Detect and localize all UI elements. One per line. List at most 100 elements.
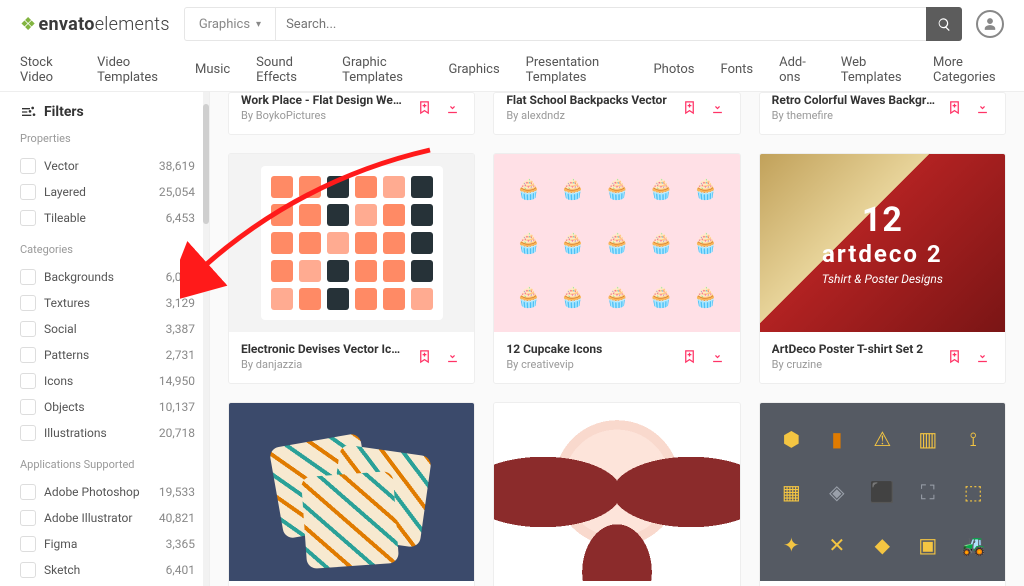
bookmark-button[interactable]: [680, 347, 700, 367]
card-author: By alexdndz: [506, 109, 671, 122]
card-author: By BoykoPictures: [241, 109, 406, 122]
nav-presentation-templates[interactable]: Presentation Templates: [526, 55, 628, 85]
card[interactable]: Beautiful Girl Looking at YouBy ddraw: [493, 402, 740, 586]
card-thumbnail: 🧁🧁🧁🧁🧁🧁🧁🧁🧁🧁🧁🧁🧁🧁🧁: [494, 154, 739, 332]
card-author: By danjazzia: [241, 358, 406, 371]
card-author: By creativevip: [506, 358, 671, 371]
group-categories: Categories: [20, 243, 195, 256]
filter-backgrounds[interactable]: Backgrounds6,092: [20, 264, 195, 290]
search-button[interactable]: [926, 7, 962, 41]
card-title: Flat School Backpacks Vector: [506, 93, 671, 107]
filter-objects[interactable]: Objects10,137: [20, 394, 195, 420]
filters-title: Filters: [44, 104, 84, 120]
nav-more-categories[interactable]: More Categories: [933, 55, 1004, 85]
checkbox-icon: [20, 269, 36, 285]
nav-graphics[interactable]: Graphics: [448, 62, 499, 77]
download-button[interactable]: [708, 98, 728, 118]
download-button[interactable]: [973, 347, 993, 367]
card[interactable]: Bright Boho PatternsBy barsrsind: [228, 402, 475, 586]
bookmark-icon: [682, 100, 697, 115]
checkbox-icon: [20, 399, 36, 415]
bookmark-button[interactable]: [945, 98, 965, 118]
bookmark-button[interactable]: [414, 347, 434, 367]
filter-photoshop[interactable]: Adobe Photoshop19,533: [20, 479, 195, 505]
nav-music[interactable]: Music: [195, 62, 230, 77]
filter-sketch[interactable]: Sketch6,401: [20, 557, 195, 583]
card[interactable]: ⬢▮⚠▥⟟▦◈⬛⛶⬚✦✕◆▣🚜 Construction IconsBy Jum…: [759, 402, 1006, 586]
card[interactable]: 🧁🧁🧁🧁🧁🧁🧁🧁🧁🧁🧁🧁🧁🧁🧁 12 Cupcake Icons By creat…: [493, 153, 740, 384]
group-properties: Properties: [20, 132, 195, 145]
bookmark-button[interactable]: [680, 98, 700, 118]
download-icon: [445, 349, 460, 364]
filter-figma[interactable]: Figma3,365: [20, 531, 195, 557]
card[interactable]: Retro Colorful Waves BackgroundsBy theme…: [759, 92, 1006, 135]
card-thumbnail: [494, 403, 739, 581]
nav-photos[interactable]: Photos: [653, 62, 694, 77]
filter-icons[interactable]: Icons14,950: [20, 368, 195, 394]
main-nav: Stock Video Video Templates Music Sound …: [0, 48, 1024, 92]
card[interactable]: 12artdeco 2Tshirt & Poster Designs ArtDe…: [759, 153, 1006, 384]
filter-vector[interactable]: Vector38,619: [20, 153, 195, 179]
filter-patterns[interactable]: Patterns2,731: [20, 342, 195, 368]
filter-tileable[interactable]: Tileable6,453: [20, 205, 195, 231]
bookmark-button[interactable]: [414, 98, 434, 118]
nav-add-ons[interactable]: Add-ons: [779, 55, 815, 85]
checkbox-icon: [20, 295, 36, 311]
card-title: 12 Cupcake Icons: [506, 342, 671, 356]
download-button[interactable]: [442, 98, 462, 118]
card[interactable]: Flat School Backpacks Vector By alexdndz: [493, 92, 740, 135]
filter-illustrator[interactable]: Adobe Illustrator40,821: [20, 505, 195, 531]
download-button[interactable]: [708, 347, 728, 367]
filter-illustrations[interactable]: Illustrations20,718: [20, 420, 195, 446]
filter-textures[interactable]: Textures3,129: [20, 290, 195, 316]
download-button[interactable]: [442, 347, 462, 367]
checkbox-icon: [20, 484, 36, 500]
checkbox-icon: [20, 536, 36, 552]
search-input[interactable]: [275, 7, 926, 41]
leaf-icon: ❖: [20, 14, 36, 35]
user-icon: [983, 17, 997, 31]
bookmark-button[interactable]: [945, 347, 965, 367]
sidebar-scrollbar-thumb[interactable]: [203, 104, 209, 224]
sliders-icon: [20, 104, 36, 120]
checkbox-icon: [20, 425, 36, 441]
filter-layered[interactable]: Layered25,054: [20, 179, 195, 205]
card-title: Work Place - Flat Design Website Ba...: [241, 93, 406, 107]
card-author: By cruzine: [772, 358, 937, 371]
card-thumbnail: 12artdeco 2Tshirt & Poster Designs: [760, 154, 1005, 332]
category-selector[interactable]: Graphics ▾: [184, 7, 275, 41]
card[interactable]: Work Place - Flat Design Website Ba... By…: [228, 92, 475, 135]
checkbox-icon: [20, 510, 36, 526]
nav-sound-effects[interactable]: Sound Effects: [256, 55, 316, 85]
nav-stock-video[interactable]: Stock Video: [20, 55, 71, 85]
checkbox-icon: [20, 562, 36, 578]
results-grid: Work Place - Flat Design Website Ba... By…: [210, 92, 1024, 586]
checkbox-icon: [20, 158, 36, 174]
card-title: Electronic Devises Vector Icon Set: [241, 342, 406, 356]
checkbox-icon: [20, 373, 36, 389]
download-button[interactable]: [973, 98, 993, 118]
sidebar-scrollbar[interactable]: [203, 92, 209, 586]
logo[interactable]: ❖ envatoelements: [20, 14, 170, 35]
download-icon: [710, 349, 725, 364]
checkbox-icon: [20, 184, 36, 200]
nav-graphic-templates[interactable]: Graphic Templates: [342, 55, 422, 85]
nav-fonts[interactable]: Fonts: [721, 62, 754, 77]
download-icon: [445, 100, 460, 115]
download-icon: [975, 100, 990, 115]
bookmark-icon: [682, 349, 697, 364]
bookmark-icon: [947, 349, 962, 364]
profile-button[interactable]: [976, 10, 1004, 38]
nav-video-templates[interactable]: Video Templates: [97, 55, 169, 85]
filters-heading: Filters: [20, 104, 195, 120]
card-author: By themefire: [772, 109, 937, 122]
search-icon: [937, 17, 952, 32]
chevron-down-icon: ▾: [256, 19, 261, 30]
nav-web-templates[interactable]: Web Templates: [841, 55, 907, 85]
bookmark-icon: [417, 349, 432, 364]
filters-sidebar: Filters Properties Vector38,619 Layered2…: [0, 92, 210, 586]
checkbox-icon: [20, 347, 36, 363]
card-thumbnail: ⬢▮⚠▥⟟▦◈⬛⛶⬚✦✕◆▣🚜: [760, 403, 1005, 581]
filter-social[interactable]: Social3,387: [20, 316, 195, 342]
card[interactable]: Electronic Devises Vector Icon Set By dan…: [228, 153, 475, 384]
